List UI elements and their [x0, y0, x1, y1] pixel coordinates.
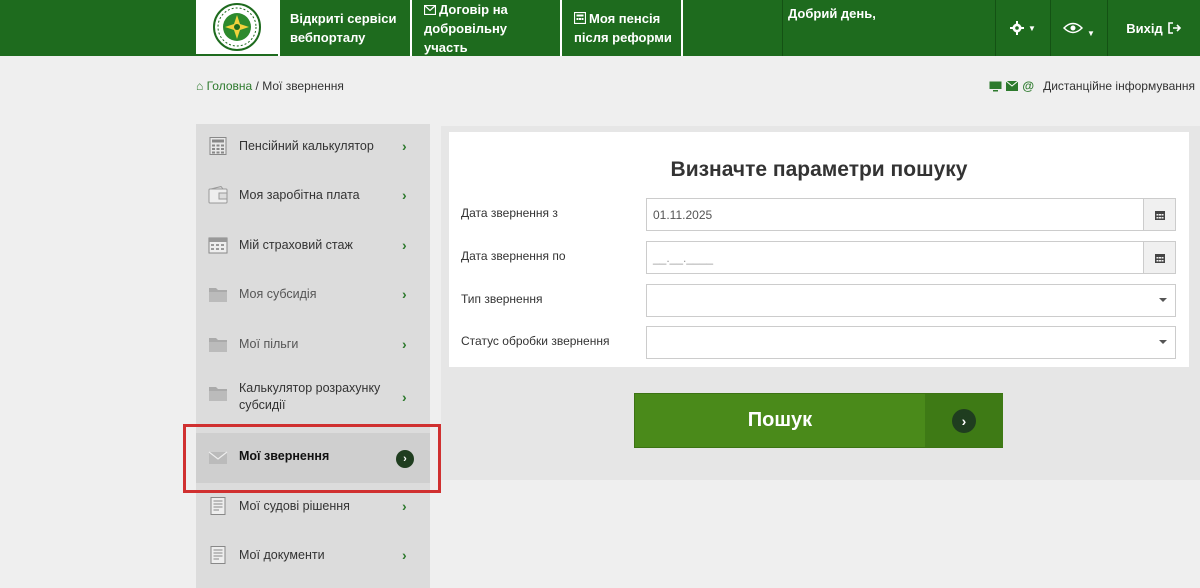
settings-dropdown[interactable]: ▼: [996, 0, 1050, 56]
contract-label: Договір на добровільну участь: [424, 1, 508, 55]
folder-icon: [209, 288, 227, 302]
sidebar-item-subsidy[interactable]: Моя субсидія ›: [196, 268, 430, 320]
chevron-right-icon: ›: [402, 336, 407, 352]
breadcrumb-home-link[interactable]: Головна: [207, 79, 253, 93]
logout-button[interactable]: Вихід: [1108, 0, 1200, 56]
date-to-input[interactable]: __.__.____: [646, 241, 1176, 274]
sidebar-item-benefits[interactable]: Мої пільги ›: [196, 320, 430, 368]
active-item-highlight: [183, 424, 441, 493]
search-panel-title: Визначте параметри пошуку: [670, 158, 968, 181]
remote-info-label: Дистанційне інформування: [1043, 79, 1195, 93]
pension-label: Моя пенсія після реформи: [574, 11, 672, 45]
wallet-icon: [208, 186, 228, 204]
chevron-circle-right-icon: ›: [952, 408, 976, 433]
portal-title-link[interactable]: Відкриті сервіси вебпорталу: [290, 0, 405, 56]
pension-reform-link[interactable]: Моя пенсія після реформи: [574, 0, 674, 56]
sidebar-item-label: Мої судові рішення: [239, 498, 350, 513]
envelope-icon: [424, 4, 436, 15]
greeting-text: Добрий день,: [788, 6, 876, 21]
calculator-icon: [574, 12, 586, 24]
folder-icon: [209, 338, 227, 352]
calendar-icon: [1154, 253, 1165, 263]
portal-title: Відкриті сервіси вебпорталу: [290, 11, 397, 45]
sidebar-item-label: Мої документи: [239, 547, 325, 562]
top-header: Відкриті сервіси вебпорталу Договір на д…: [0, 0, 1200, 56]
appeal-type-label: Тип звернення: [461, 292, 543, 306]
sidebar: Пенсійний калькулятор › Моя заробітна пл…: [196, 124, 430, 588]
sidebar-item-label: Калькулятор розрахунку субсидії: [239, 381, 381, 412]
chevron-right-icon: ›: [402, 237, 407, 253]
date-to-label: Дата звернення по: [461, 249, 566, 263]
appeal-type-select[interactable]: [646, 284, 1176, 317]
monitor-icon: [989, 81, 1002, 91]
at-sign-icon: @: [1022, 79, 1035, 93]
document-icon: [210, 546, 226, 564]
sidebar-item-label: Мій страховий стаж: [239, 237, 353, 252]
envelope-icon: [1006, 81, 1019, 91]
breadcrumb-separator: /: [255, 79, 259, 93]
folder-icon: [209, 387, 227, 401]
eye-icon: [1063, 22, 1084, 34]
calendar-icon: [208, 237, 228, 254]
emblem-icon: [213, 3, 261, 51]
search-panel: Визначте параметри пошуку Дата звернення…: [449, 132, 1189, 367]
chevron-right-icon: ›: [402, 547, 407, 563]
sidebar-item-pension-calculator[interactable]: Пенсійний калькулятор ›: [196, 124, 430, 168]
caret-down-icon: [1159, 340, 1167, 344]
home-icon: ⌂: [196, 79, 204, 93]
date-from-input[interactable]: 01.11.2025: [646, 198, 1176, 231]
chevron-down-icon: ▼: [1028, 23, 1036, 33]
breadcrumb-current: Мої звернення: [262, 79, 344, 93]
visibility-dropdown[interactable]: ▼: [1051, 0, 1107, 56]
document-icon: [210, 497, 226, 515]
caret-down-icon: [1159, 298, 1167, 302]
calendar-icon: [1154, 210, 1165, 220]
calculator-icon: [209, 137, 227, 155]
sidebar-item-label: Мої пільги: [239, 336, 299, 351]
sidebar-item-label: Моя заробітна плата: [239, 187, 360, 202]
sidebar-item-subsidy-calculator[interactable]: Калькулятор розрахунку субсидії ›: [196, 368, 430, 426]
date-to-placeholder: __.__.____: [653, 250, 714, 265]
search-button-arrow: ›: [925, 394, 1003, 447]
status-label: Статус обробки звернення: [461, 334, 610, 348]
date-from-label: Дата звернення з: [461, 206, 558, 220]
search-button[interactable]: Пошук ›: [634, 393, 1003, 448]
chevron-right-icon: ›: [402, 498, 407, 514]
date-from-calendar-button[interactable]: [1143, 199, 1175, 230]
breadcrumb: ⌂ Головна / Мої звернення: [196, 79, 344, 93]
remote-info-link[interactable]: @ Дистанційне інформування: [989, 79, 1195, 93]
pension-fund-logo[interactable]: [196, 0, 278, 54]
chevron-down-icon: ▼: [1087, 28, 1095, 38]
chevron-right-icon: ›: [402, 389, 407, 405]
sidebar-item-label: Пенсійний калькулятор: [239, 138, 374, 153]
chevron-right-icon: ›: [402, 138, 407, 154]
logout-label: Вихід: [1126, 20, 1163, 36]
sidebar-item-salary[interactable]: Моя заробітна плата ›: [196, 168, 430, 222]
search-button-label: Пошук: [747, 409, 813, 431]
sign-out-icon: [1167, 22, 1181, 34]
sidebar-item-documents[interactable]: Мої документи ›: [196, 529, 430, 581]
chevron-right-icon: ›: [402, 187, 407, 203]
sidebar-item-insurance-record[interactable]: Мій страховий стаж ›: [196, 222, 430, 268]
status-select[interactable]: [646, 326, 1176, 359]
date-to-calendar-button[interactable]: [1143, 242, 1175, 273]
contract-link[interactable]: Договір на добровільну участь: [424, 0, 554, 56]
gear-icon: [1010, 21, 1025, 35]
date-from-value: 01.11.2025: [653, 207, 713, 222]
sidebar-item-label: Моя субсидія: [239, 286, 317, 301]
chevron-right-icon: ›: [402, 286, 407, 302]
